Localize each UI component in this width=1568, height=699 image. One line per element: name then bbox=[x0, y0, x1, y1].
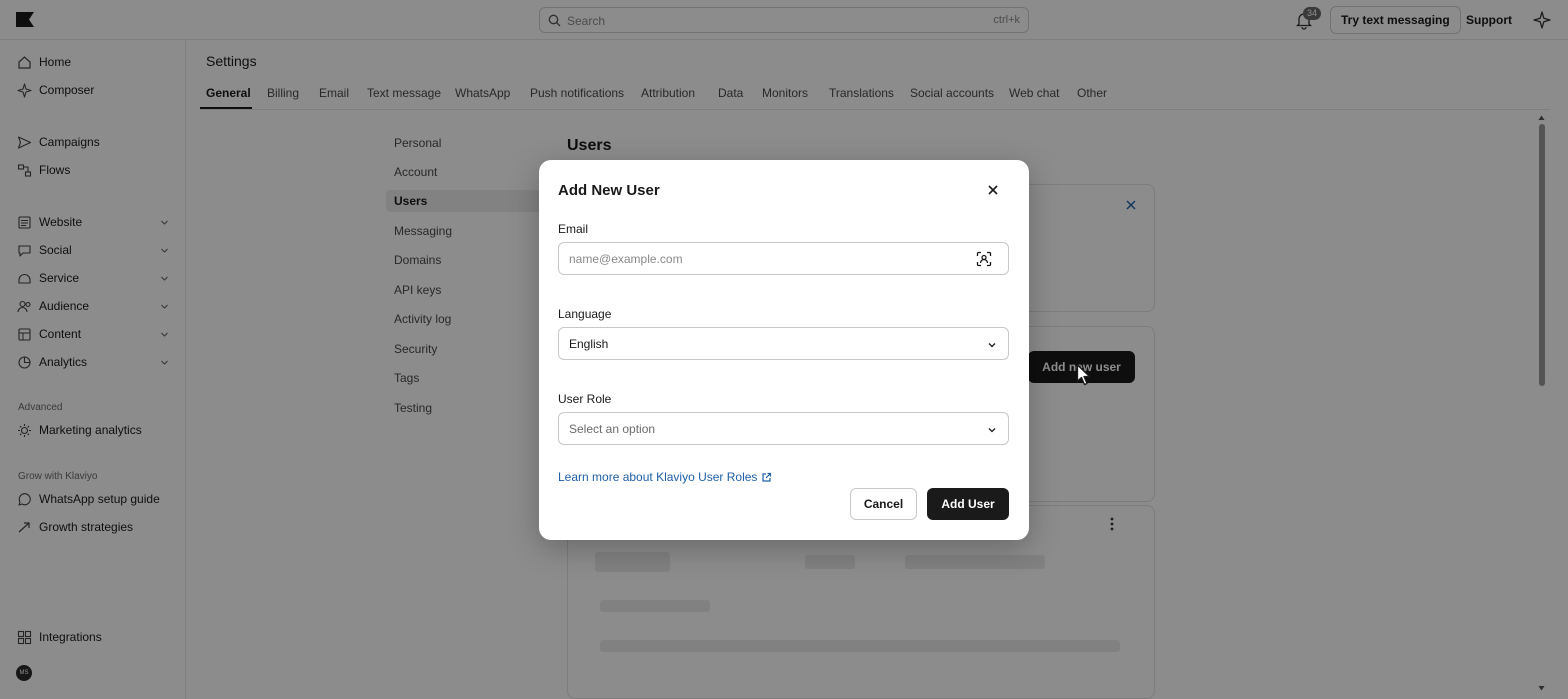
contact-card-icon[interactable] bbox=[976, 251, 992, 267]
mouse-cursor-icon bbox=[1076, 364, 1091, 386]
add-user-button[interactable]: Add User bbox=[927, 488, 1009, 520]
email-field-wrapper bbox=[558, 242, 1009, 275]
language-selected-value: English bbox=[569, 337, 609, 351]
chevron-down-icon bbox=[988, 428, 996, 433]
add-user-modal: Add New User Email Language English User… bbox=[539, 160, 1029, 540]
chevron-down-icon bbox=[988, 343, 996, 348]
external-link-icon bbox=[762, 472, 772, 482]
learn-more-link-text: Learn more about Klaviyo User Roles bbox=[558, 470, 758, 484]
email-label: Email bbox=[558, 222, 589, 236]
user-role-placeholder: Select an option bbox=[569, 422, 656, 436]
email-field[interactable] bbox=[559, 243, 959, 274]
close-icon[interactable] bbox=[985, 182, 1001, 198]
language-select[interactable]: English bbox=[558, 327, 1009, 360]
modal-title: Add New User bbox=[558, 182, 660, 199]
user-role-select[interactable]: Select an option bbox=[558, 412, 1009, 445]
language-label: Language bbox=[558, 307, 612, 321]
user-role-label: User Role bbox=[558, 392, 612, 406]
learn-more-user-roles-link[interactable]: Learn more about Klaviyo User Roles bbox=[558, 470, 772, 484]
cancel-button[interactable]: Cancel bbox=[850, 488, 917, 520]
